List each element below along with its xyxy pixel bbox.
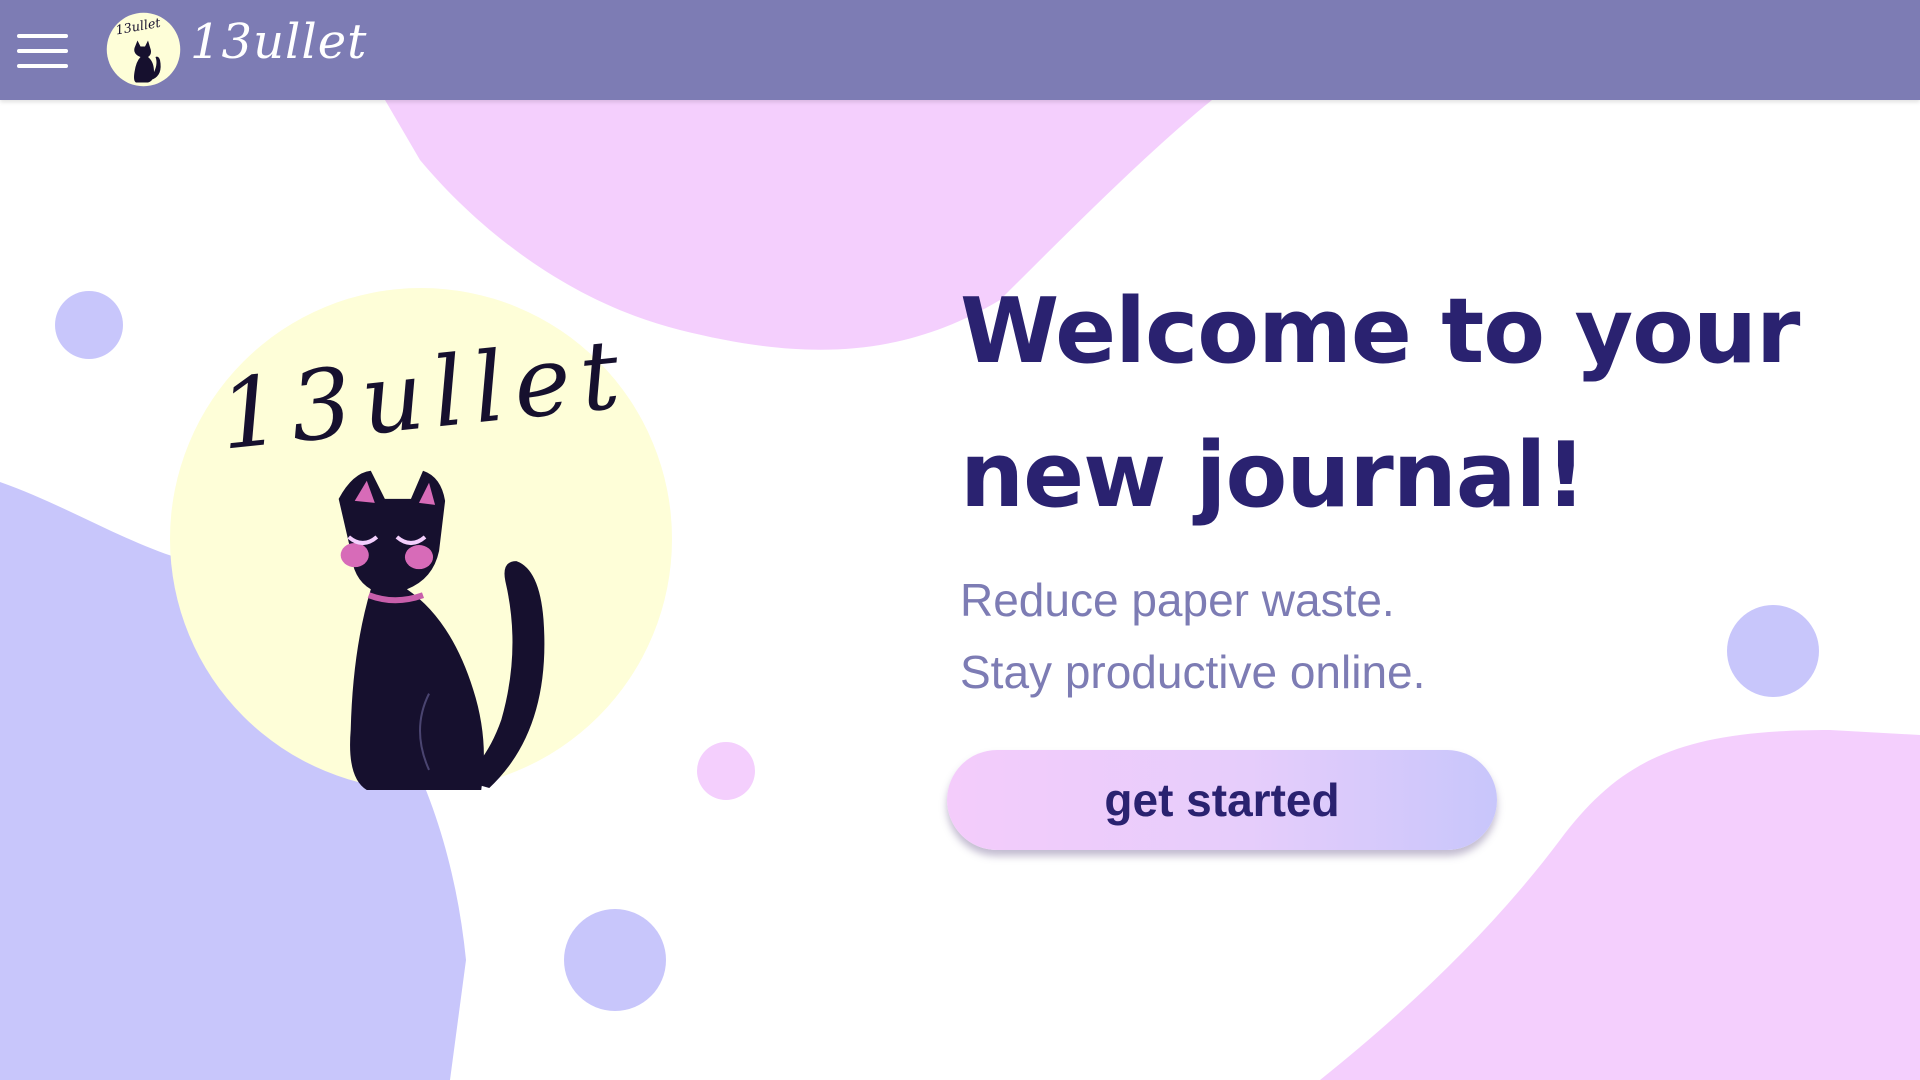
headline-line-2: new journal!: [960, 423, 1586, 528]
menu-icon[interactable]: [17, 34, 68, 68]
hero-text-block: Welcome to your new journal! Reduce pape…: [960, 260, 1860, 708]
cat-logo[interactable]: 13ullet: [106, 12, 181, 87]
tagline-line-1: Reduce paper waste.: [960, 574, 1395, 626]
lavender-bubble-top-left: [55, 291, 123, 359]
headline: Welcome to your new journal!: [960, 260, 1860, 548]
lavender-bubble-bottom: [564, 909, 666, 1011]
cat-left-cheek: [340, 543, 369, 568]
tagline-line-2: Stay productive online.: [960, 646, 1426, 698]
get-started-button[interactable]: get started: [947, 750, 1497, 850]
cat-right-cheek: [404, 545, 434, 570]
pink-bubble-middle: [697, 742, 755, 800]
headline-line-1: Welcome to your: [960, 279, 1800, 384]
brand-name[interactable]: 13ullet: [190, 14, 367, 70]
tagline: Reduce paper waste. Stay productive onli…: [960, 564, 1860, 708]
top-navbar: 13ullet 13ullet: [0, 0, 1920, 100]
menu-bar: [17, 34, 68, 38]
menu-bar: [17, 49, 68, 53]
menu-bar: [17, 64, 68, 68]
